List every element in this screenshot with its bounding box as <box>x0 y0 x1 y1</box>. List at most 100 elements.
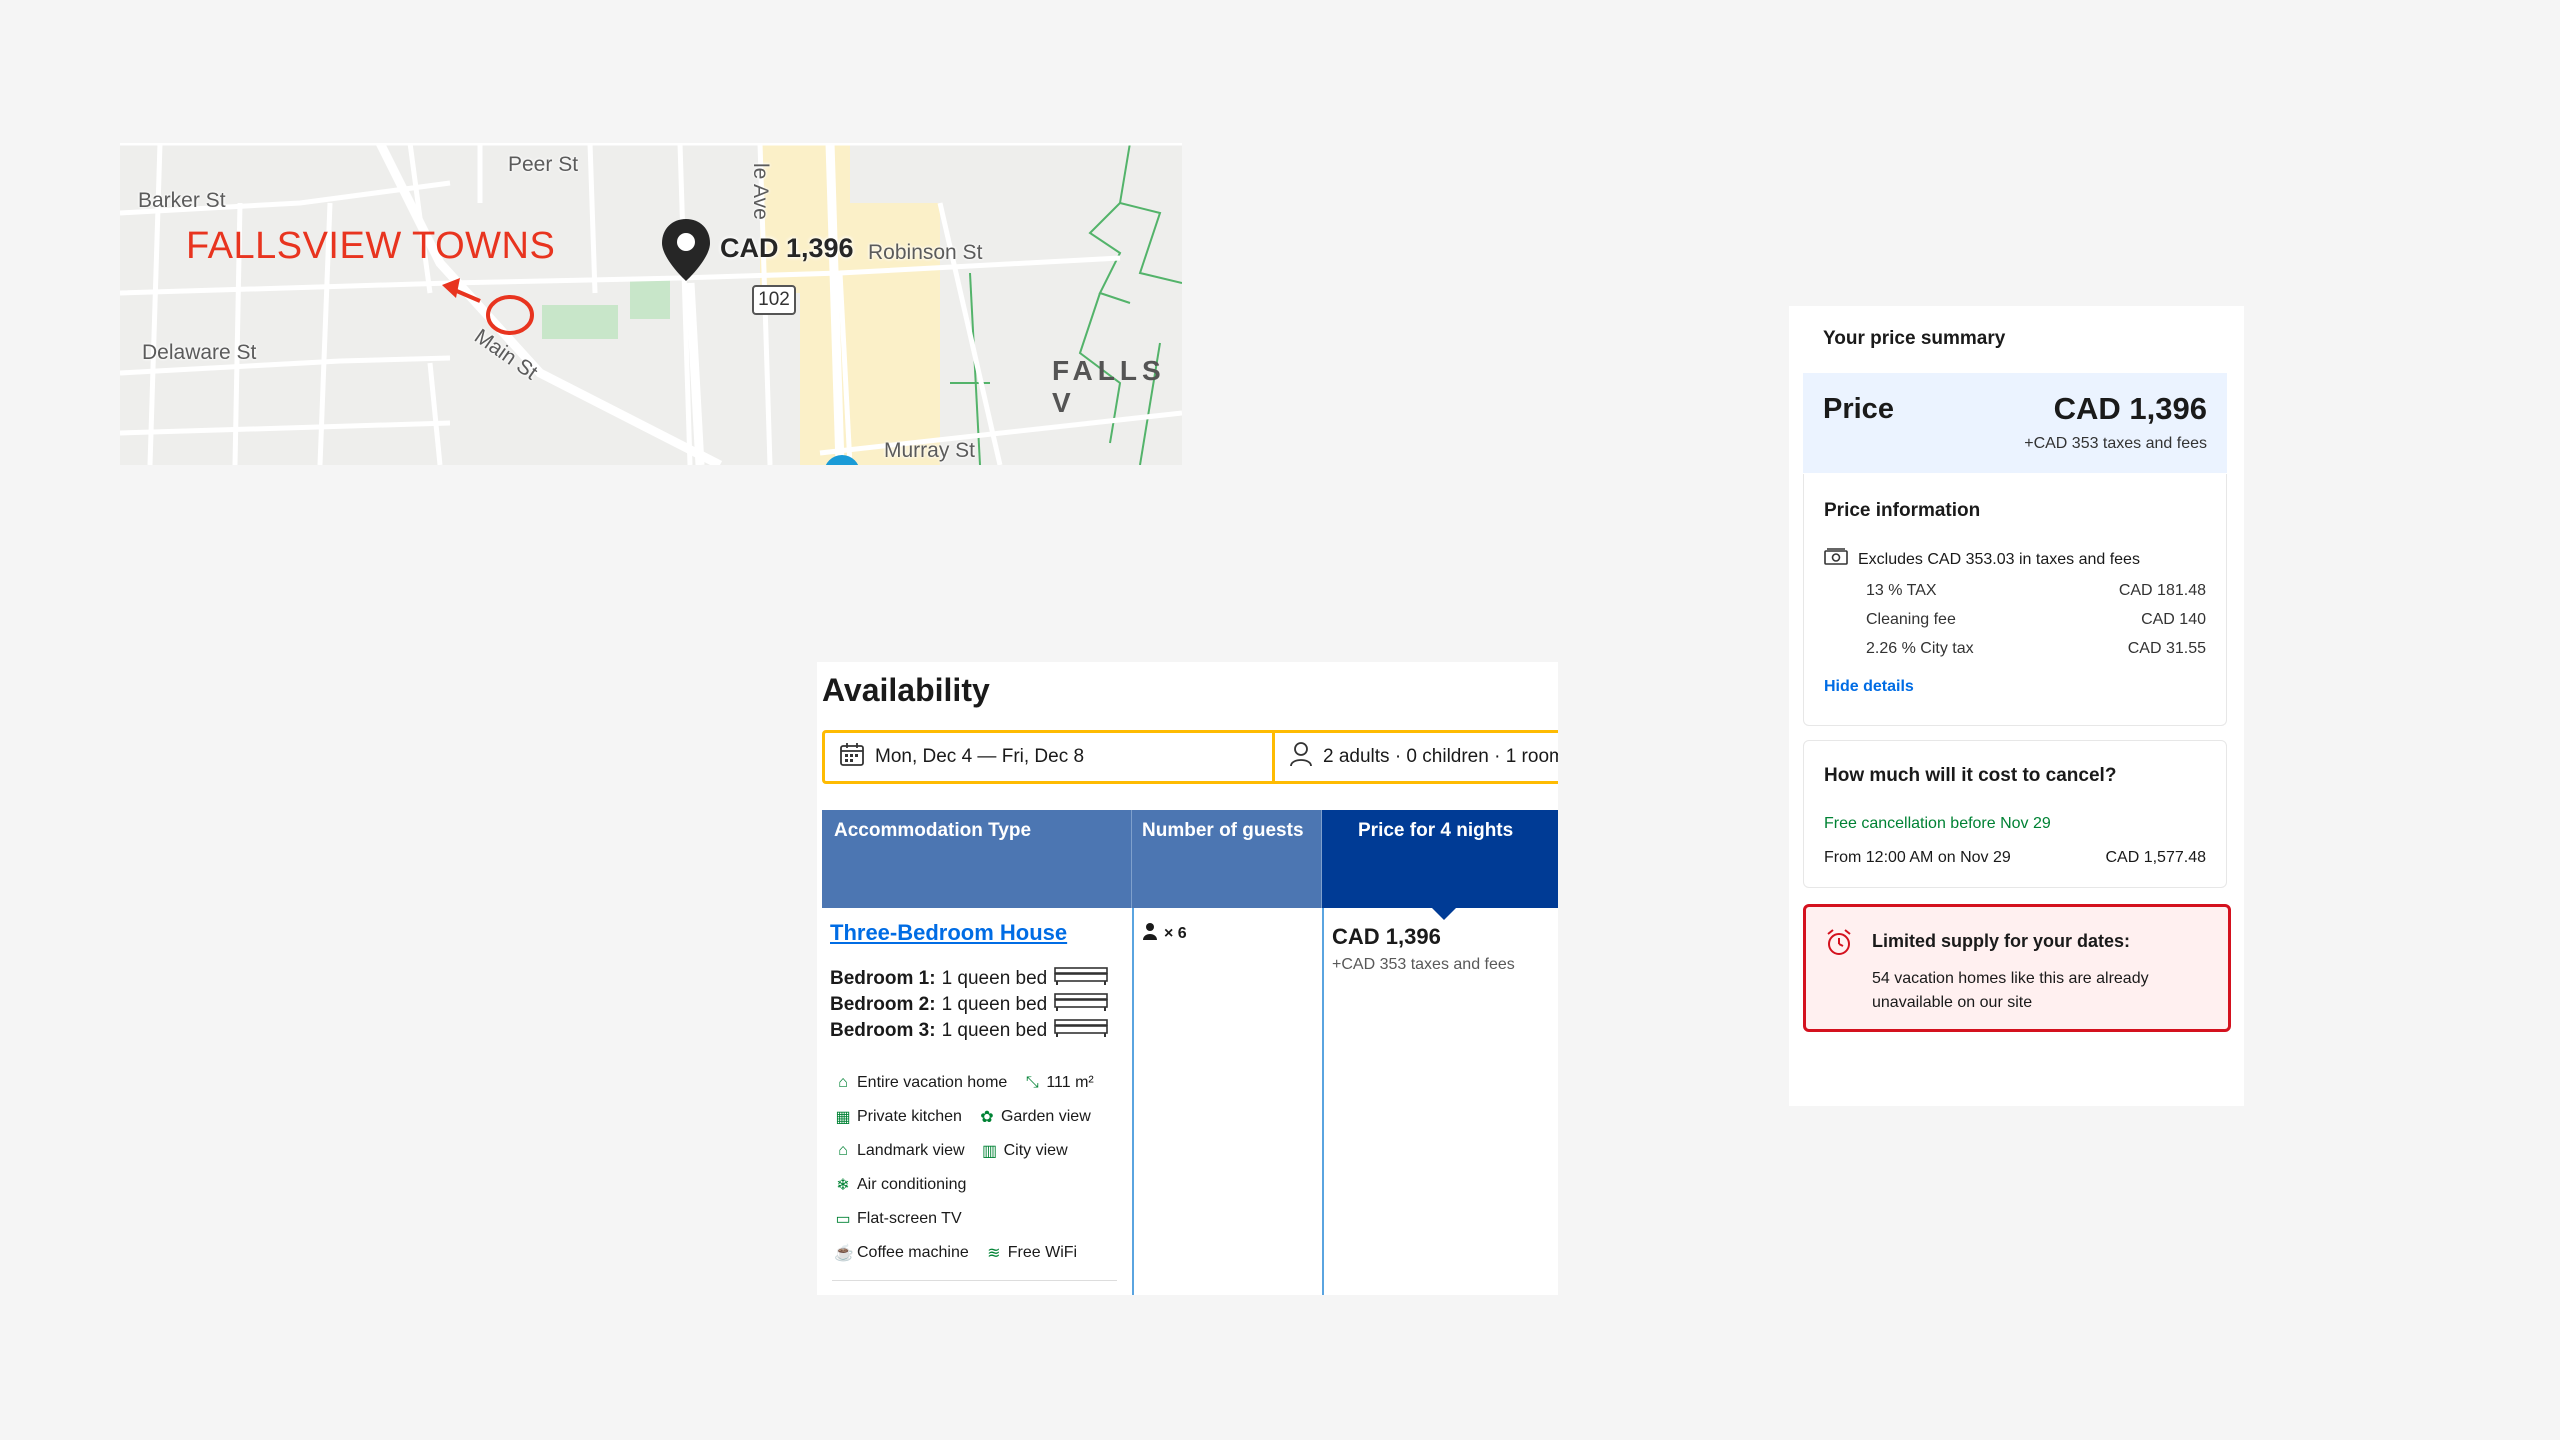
person-icon <box>1289 741 1313 773</box>
column-header: Number of guests <box>1132 810 1322 908</box>
cancel-from: From 12:00 AM on Nov 29 <box>1824 849 2011 866</box>
tv-icon: ▭ <box>835 1211 851 1228</box>
amenity-item: ⤡ 111 m² <box>1023 1074 1094 1092</box>
column-header: Price for 4 nights <box>1322 810 1558 920</box>
alert-title: Limited supply for your dates: <box>1872 931 2131 951</box>
bedroom-label: Bedroom 1: <box>830 968 936 989</box>
amenity-item: ▥ City view <box>982 1142 1068 1160</box>
route-shield: 102 <box>752 285 796 315</box>
fee-row: 2.26 % City tax CAD 31.55 <box>1866 640 2206 658</box>
room-name-link[interactable]: Three-Bedroom House <box>830 920 1067 946</box>
calendar-icon <box>839 741 865 773</box>
landmark-icon: ⌂ <box>838 1142 848 1159</box>
house-icon: ⌂ <box>838 1074 848 1091</box>
bed-text: 1 queen bed <box>941 1020 1048 1041</box>
amenity-list: ⌂ Entire vacation home ⤡ 111 m² ▦ Private k… <box>834 1066 1124 1270</box>
price-label: Price <box>1823 393 1894 425</box>
guests-text: 2 adults · 0 children · 1 room <box>1323 746 1558 767</box>
divider <box>832 1280 1117 1281</box>
kitchen-icon: ▦ <box>835 1109 851 1126</box>
city-icon: ▥ <box>982 1143 998 1160</box>
price-taxes: +CAD 353 taxes and fees <box>2024 435 2207 452</box>
column-header: Accommodation Type <box>822 810 1132 908</box>
fee-name: Cleaning fee <box>1866 611 1956 628</box>
bed-text: 1 queen bed <box>941 968 1048 989</box>
fee-amount: CAD 181.48 <box>2118 582 2206 599</box>
guests-picker[interactable]: 2 adults · 0 children · 1 room <box>1275 733 1558 781</box>
street-label: Peer St <box>508 153 579 176</box>
money-icon <box>1824 548 1848 571</box>
section-title: Availability <box>822 672 990 708</box>
guest-count: × 6 <box>1164 924 1187 942</box>
street-label: le Ave <box>749 163 772 220</box>
price-amount: CAD 1,396 <box>2053 391 2207 426</box>
price-cell: CAD 1,396 +CAD 353 taxes and fees <box>1332 924 1515 974</box>
street-label: Robinson St <box>868 241 983 264</box>
size-icon: ⤡ <box>1025 1074 1039 1091</box>
street-label: Murray St <box>884 439 976 462</box>
queen-bed-icon <box>1053 992 1109 1018</box>
column-divider <box>1322 908 1324 1295</box>
fee-name: 2.26 % City tax <box>1866 640 1974 657</box>
excludes-text: Excludes CAD 353.03 in taxes and fees <box>1858 550 2140 568</box>
search-bar: Mon, Dec 4 — Fri, Dec 8 2 adults · 0 chi… <box>822 730 1558 784</box>
fee-amount: CAD 140 <box>2141 611 2206 628</box>
fee-row: 13 % TAX CAD 181.48 <box>1866 582 2206 600</box>
bed-row: Bedroom 3: 1 queen bed <box>830 1018 1109 1044</box>
map-price-label[interactable]: CAD 1,396 <box>720 233 854 264</box>
bed-list: Bedroom 1: 1 queen bed Bedroom 2: 1 quee… <box>830 966 1109 1044</box>
summary-title: Your price summary <box>1823 328 2006 349</box>
area-label: FALLS V <box>1052 355 1166 418</box>
cancel-title: How much will it cost to cancel? <box>1824 765 2117 786</box>
garden-icon: ✿ <box>980 1109 994 1126</box>
bed-row: Bedroom 1: 1 queen bed <box>830 966 1109 992</box>
excludes-row: Excludes CAD 353.03 in taxes and fees <box>1824 548 2140 571</box>
map-panel[interactable]: Barker St Peer St Delaware St Main St Ro… <box>120 143 1182 465</box>
table-header: Accommodation Type Number of guests Pric… <box>822 810 1558 920</box>
price-information-box: Price information Excludes CAD 353.03 in… <box>1803 474 2227 726</box>
amenity-item: ≋ Free WiFi <box>985 1243 1077 1263</box>
free-cancellation-text: Free cancellation before Nov 29 <box>1824 815 2051 832</box>
map-canvas <box>120 143 1182 465</box>
amenity-item: ▦ Private kitchen <box>835 1108 962 1126</box>
amenity-item: ⌂ Entire vacation home <box>834 1074 1007 1092</box>
property-annotation-label: FALLSVIEW TOWNS <box>186 225 556 267</box>
bedroom-label: Bedroom 3: <box>830 1020 936 1041</box>
street-label: Barker St <box>138 189 226 212</box>
alert-description: 54 vacation homes like this are already … <box>1872 970 2149 1011</box>
amenity-item: ▭ Flat-screen TV <box>835 1210 962 1228</box>
wifi-icon: ≋ <box>987 1245 1001 1262</box>
date-range-text: Mon, Dec 4 — Fri, Dec 8 <box>875 746 1085 767</box>
bed-row: Bedroom 2: 1 queen bed <box>830 992 1109 1018</box>
amenity-item: ☕ Coffee machine <box>834 1244 969 1262</box>
queen-bed-icon <box>1053 1018 1109 1044</box>
queen-bed-icon <box>1053 966 1109 992</box>
room-price: CAD 1,396 <box>1332 924 1441 949</box>
fee-row: Cleaning fee CAD 140 <box>1866 611 2206 629</box>
bed-text: 1 queen bed <box>941 994 1048 1015</box>
room-taxes: +CAD 353 taxes and fees <box>1332 956 1515 973</box>
cancellation-box: How much will it cost to cancel? Free ca… <box>1803 740 2227 888</box>
date-picker[interactable]: Mon, Dec 4 — Fri, Dec 8 <box>825 733 1275 781</box>
fee-name: 13 % TAX <box>1866 582 1937 599</box>
price-summary-panel: Your price summary Price CAD 1,396 +CAD … <box>1789 306 2244 1106</box>
info-title: Price information <box>1824 500 1981 521</box>
street-label: Delaware St <box>142 341 257 364</box>
amenity-item: ✿ Garden view <box>978 1107 1091 1127</box>
fee-amount: CAD 31.55 <box>2127 640 2206 657</box>
person-icon <box>1142 922 1158 945</box>
coffee-icon: ☕ <box>834 1245 854 1262</box>
cancel-fee-row: From 12:00 AM on Nov 29 CAD 1,577.48 <box>1824 849 2206 867</box>
limited-supply-alert: Limited supply for your dates: 54 vacati… <box>1803 904 2231 1032</box>
bedroom-label: Bedroom 2: <box>830 994 936 1015</box>
price-total-band: Price CAD 1,396 +CAD 353 taxes and fees <box>1803 373 2227 473</box>
table-row: Three-Bedroom House Bedroom 1: 1 queen b… <box>822 908 1558 1295</box>
snowflake-icon: ❄ <box>836 1177 850 1194</box>
amenity-item: ⌂ Landmark view <box>834 1142 964 1160</box>
alarm-clock-icon <box>1824 927 1854 964</box>
hide-details-link[interactable]: Hide details <box>1824 678 1914 696</box>
amenity-item: ❄ Air conditioning <box>834 1175 966 1195</box>
column-divider <box>1132 908 1134 1295</box>
guest-capacity: × 6 <box>1142 922 1187 945</box>
cancel-amount: CAD 1,577.48 <box>2105 849 2206 866</box>
